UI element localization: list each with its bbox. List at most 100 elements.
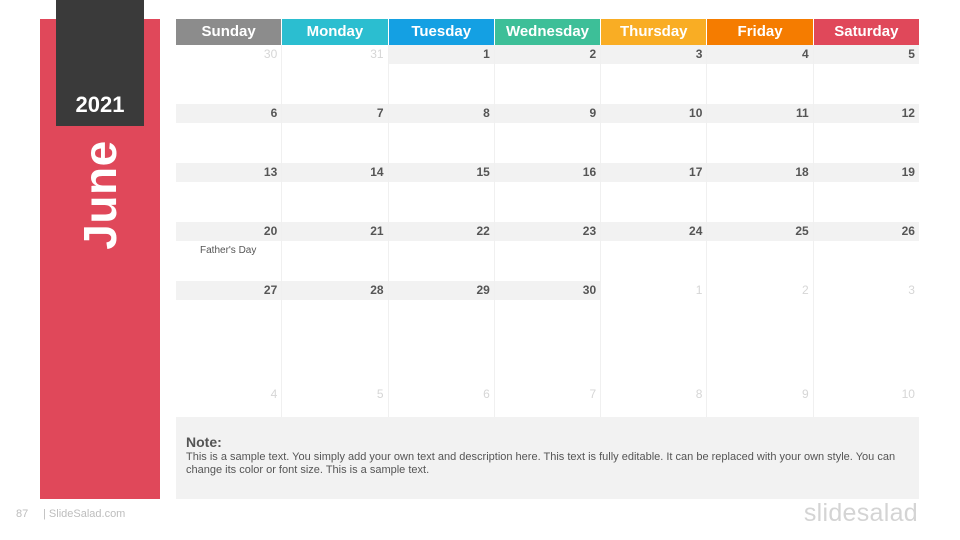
calendar-day-cell[interactable]: 16 — [494, 163, 602, 222]
calendar-day-cell[interactable]: 30 — [494, 281, 602, 340]
calendar-day-cell[interactable]: 21 — [282, 222, 389, 281]
day-number: 30 — [494, 281, 601, 300]
calendar-day-cell[interactable]: 5 — [282, 340, 389, 426]
calendar-day-cell[interactable]: 11 — [707, 104, 814, 163]
calendar-day-cell[interactable]: 28 — [282, 281, 389, 340]
calendar-day-cell[interactable]: 24 — [601, 222, 708, 281]
calendar-day-cell[interactable]: 18 — [707, 163, 814, 222]
weekday-header-wednesday: Wednesday — [494, 19, 602, 45]
day-number: 13 — [176, 163, 282, 182]
day-number: 8 — [388, 104, 494, 123]
calendar-day-cell[interactable]: 3 — [601, 45, 708, 104]
calendar-day-cell[interactable]: 6 — [176, 104, 283, 163]
calendar-day-cell[interactable]: 7 — [282, 104, 389, 163]
day-number: 21 — [282, 222, 388, 241]
day-number: 7 — [282, 104, 388, 123]
day-number: 11 — [707, 104, 813, 123]
calendar-day-cell[interactable]: 4 — [707, 45, 814, 104]
weekday-header-row: Sunday Monday Tuesday Wednesday Thursday Frid… — [176, 19, 919, 45]
day-number: 20 — [176, 222, 282, 241]
day-number: 6 — [483, 387, 490, 401]
day-number: 14 — [282, 163, 388, 182]
day-number: 30 — [263, 47, 278, 61]
day-number: 19 — [813, 163, 919, 182]
day-number: 22 — [388, 222, 494, 241]
calendar-day-cell[interactable]: 15 — [388, 163, 495, 222]
footer-site-link[interactable]: | SlideSalad.com — [43, 508, 125, 520]
calendar-week-row: 20 Father's Day 21 22 23 24 25 26 — [176, 222, 919, 281]
calendar-day-cell[interactable]: 29 — [388, 281, 495, 340]
calendar-day-cell[interactable]: 10 — [814, 340, 919, 426]
day-number: 29 — [388, 281, 494, 300]
weekday-header-tuesday: Tuesday — [388, 19, 495, 45]
calendar-day-cell[interactable]: 25 — [707, 222, 814, 281]
calendar-day-cell[interactable]: 9 — [494, 104, 602, 163]
day-number: 15 — [388, 163, 494, 182]
calendar-day-cell[interactable]: 9 — [707, 340, 814, 426]
day-number: 25 — [707, 222, 813, 241]
day-number: 5 — [813, 45, 919, 64]
day-number: 8 — [695, 387, 703, 401]
weekday-header-thursday: Thursday — [601, 19, 708, 45]
day-number: 28 — [282, 281, 388, 300]
year-label: 2021 — [75, 92, 125, 117]
calendar-grid: Sunday Monday Tuesday Wednesday Thursday Frid… — [176, 19, 919, 426]
calendar-day-cell[interactable]: 20 Father's Day — [176, 222, 283, 281]
calendar-day-cell[interactable]: 3 — [814, 281, 919, 340]
note-body: This is a sample text. You simply add yo… — [186, 451, 896, 476]
calendar-day-cell[interactable]: 30 — [176, 45, 283, 104]
day-number: 12 — [813, 104, 919, 123]
calendar-week-row: 6 7 8 9 10 11 12 — [176, 104, 919, 163]
calendar-day-cell[interactable]: 2 — [707, 281, 814, 340]
day-number: 1 — [695, 283, 703, 297]
day-number: 18 — [707, 163, 813, 182]
calendar-day-cell[interactable]: 6 — [389, 340, 495, 426]
day-number: 6 — [176, 104, 282, 123]
day-number: 2 — [802, 283, 809, 297]
note-box: Note: This is a sample text. You simply … — [176, 417, 919, 499]
event-label: Father's Day — [200, 245, 257, 256]
calendar-day-cell[interactable]: 12 — [813, 104, 919, 163]
calendar-day-cell[interactable]: 19 — [813, 163, 919, 222]
calendar-day-cell[interactable]: 26 — [813, 222, 919, 281]
day-number: 3 — [601, 45, 707, 64]
day-number: 17 — [601, 163, 707, 182]
day-number: 7 — [589, 387, 597, 401]
calendar-day-cell[interactable]: 4 — [176, 340, 283, 426]
weekday-header-monday: Monday — [282, 19, 389, 45]
calendar-day-cell[interactable]: 2 — [494, 45, 602, 104]
day-number: 5 — [376, 387, 384, 401]
calendar-day-cell[interactable]: 22 — [388, 222, 495, 281]
calendar-day-cell[interactable]: 13 — [176, 163, 283, 222]
day-number: 16 — [494, 163, 601, 182]
calendar-day-cell[interactable]: 23 — [494, 222, 602, 281]
calendar-weeks: 30 31 1 2 3 4 5 6 7 8 9 10 11 12 13 14 15 16 17 18 19 20 Fathe… — [176, 45, 919, 426]
calendar-day-cell[interactable]: 27 — [176, 281, 283, 340]
calendar-day-cell[interactable]: 1 — [388, 45, 495, 104]
day-number: 10 — [601, 104, 707, 123]
weekday-header-sunday: Sunday — [176, 19, 283, 45]
day-number: 3 — [908, 283, 915, 297]
day-number: 10 — [901, 387, 915, 401]
day-number: 2 — [494, 45, 601, 64]
day-number: 24 — [601, 222, 707, 241]
calendar-day-cell[interactable]: 17 — [601, 163, 708, 222]
calendar-day-cell[interactable]: 8 — [601, 340, 708, 426]
note-title: Note: — [186, 434, 222, 450]
day-number: 9 — [494, 104, 601, 123]
brand-logo: slidesalad — [803, 499, 918, 527]
weekday-header-friday: Friday — [707, 19, 814, 45]
calendar-day-cell[interactable]: 14 — [282, 163, 389, 222]
month-label: June — [74, 140, 126, 250]
day-number: 26 — [813, 222, 919, 241]
calendar-day-cell[interactable]: 1 — [601, 281, 708, 340]
day-number: 4 — [707, 45, 813, 64]
calendar-day-cell[interactable]: 7 — [495, 340, 602, 426]
calendar-day-cell[interactable]: 8 — [388, 104, 495, 163]
calendar-week-row: 4 5 6 7 8 9 10 — [176, 340, 919, 426]
calendar-day-cell[interactable]: 5 — [813, 45, 919, 104]
calendar-day-cell[interactable]: 31 — [282, 45, 389, 104]
calendar-day-cell[interactable]: 10 — [601, 104, 708, 163]
calendar-week-row: 13 14 15 16 17 18 19 — [176, 163, 919, 222]
page-number: 87 — [16, 508, 29, 520]
